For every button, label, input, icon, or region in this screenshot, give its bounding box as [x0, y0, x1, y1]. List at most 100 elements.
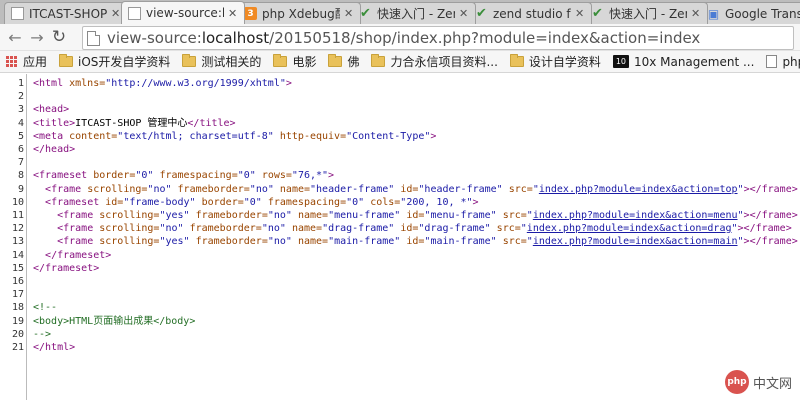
- close-tab-icon[interactable]: ✕: [575, 7, 585, 20]
- page-icon: [87, 30, 100, 46]
- line-code: <title>ITCAST-SHOP 管理中心</title>: [33, 117, 236, 130]
- line-number: 11: [11, 210, 24, 221]
- tab-title: Google Trans: [725, 6, 800, 21]
- back-button[interactable]: ←: [4, 26, 26, 48]
- code-token: <html: [33, 78, 70, 89]
- tab-7[interactable]: ▣ Google Trans: [700, 2, 800, 24]
- line-code: <body>HTML页面输出成果</body>: [33, 315, 195, 328]
- address-bar[interactable]: view-source: localhost/20150518/shop/inde…: [82, 26, 794, 50]
- code-token: id=: [394, 223, 419, 235]
- source-line: 19 <body>HTML页面输出成果</body>: [0, 315, 800, 328]
- code-token: name=: [291, 236, 329, 248]
- line-number: 14: [11, 249, 24, 261]
- line-number: 3: [17, 104, 24, 116]
- tenx-icon: 10: [612, 55, 629, 68]
- source-view: 1 <html xmlns="http://www.w3.org/1999/xht…: [0, 74, 800, 400]
- code-token: <frame: [57, 236, 100, 248]
- line-number: 21: [11, 342, 24, 353]
- source-line: 2: [0, 90, 800, 103]
- code-token: border=: [195, 196, 244, 208]
- bookmark-item[interactable]: 测试相关的: [176, 52, 267, 72]
- code-token: <meta: [33, 130, 70, 142]
- line-code: </frameset>: [33, 249, 111, 262]
- code-token: <head>: [33, 104, 70, 116]
- code-token: >: [285, 78, 292, 89]
- code-token: "frame-body": [123, 196, 196, 208]
- bookmark-label: 佛: [347, 55, 360, 69]
- tab-5[interactable]: ✔ zend studio fo ✕: [468, 2, 592, 24]
- code-token: "menu-frame": [424, 210, 497, 221]
- code-token: "no": [249, 183, 274, 195]
- code-token: frameborder=: [189, 236, 268, 248]
- line-code: -->: [33, 328, 51, 341]
- bookmark-item[interactable]: 佛: [322, 52, 365, 72]
- tab-6[interactable]: ✔ 快速入门 - Zen ✕: [584, 2, 708, 24]
- php-icon: 3: [244, 7, 257, 20]
- code-token: "200, 10, *": [400, 196, 473, 208]
- line-code: </head>: [33, 143, 75, 156]
- tab-2[interactable]: view-source:l ✕: [121, 1, 245, 24]
- code-token: "Content-Type": [346, 130, 431, 142]
- source-link[interactable]: index.php?module=index&action=menu: [533, 210, 738, 221]
- page-icon: [128, 6, 141, 20]
- bookmark-item[interactable]: 应用: [0, 52, 53, 72]
- source-link[interactable]: index.php?module=index&action=main: [533, 236, 738, 247]
- code-token: "drag-frame": [418, 223, 491, 235]
- code-token: http-equiv=: [273, 130, 347, 142]
- source-line: 5 <meta content="text/html; charset=utf-8…: [0, 130, 800, 143]
- code-token: rows=: [255, 170, 292, 182]
- code-token: "yes": [159, 210, 190, 221]
- url-path: /20150518/shop/index.php?module=index&ac…: [269, 29, 701, 47]
- line-number: 4: [17, 117, 24, 129]
- code-token: "header-frame": [310, 183, 395, 195]
- bookmark-item[interactable]: 设计自学资料: [504, 52, 607, 72]
- code-token: -->: [33, 328, 52, 340]
- code-token: "main-frame": [424, 236, 497, 248]
- tab-4[interactable]: ✔ 快速入门 - Zen ✕: [352, 2, 476, 24]
- line-code: <head>: [33, 103, 69, 116]
- line-number: 10: [11, 196, 24, 208]
- source-line: 21 </html>: [0, 341, 800, 354]
- tab-3[interactable]: 3 php Xdebug配 ✕: [237, 2, 361, 24]
- code-token: </head>: [33, 144, 76, 155]
- code-token: ></frame>: [743, 183, 798, 195]
- source-link[interactable]: index.php?module=index&action=top: [539, 184, 738, 195]
- bookmark-item[interactable]: 电影: [267, 52, 322, 72]
- tab-title: 快速入门 - Zen: [377, 7, 455, 21]
- code-token: <frame: [57, 210, 100, 221]
- code-token: "0": [135, 170, 154, 182]
- code-token: src=: [496, 210, 527, 221]
- source-line: 11 <frame scrolling="yes" frameborder="n…: [0, 209, 800, 222]
- watermark-text: 中文网: [752, 376, 792, 392]
- line-number: 17: [11, 289, 24, 301]
- bookmark-item[interactable]: 力合永信项目资料...: [365, 52, 503, 72]
- tab-1[interactable]: ITCAST-SHOP ✕: [4, 2, 128, 24]
- close-tab-icon[interactable]: ✕: [691, 7, 701, 20]
- page-icon: [11, 7, 24, 20]
- close-tab-icon[interactable]: ✕: [459, 7, 469, 20]
- line-code: <frame scrolling="no" frameborder="no" n…: [33, 222, 792, 235]
- code-token: scrolling=: [87, 183, 148, 195]
- reload-button[interactable]: ↻: [48, 26, 70, 48]
- code-token: "drag-frame": [322, 223, 395, 235]
- code-token: frameborder=: [189, 210, 268, 221]
- close-tab-icon[interactable]: ✕: [228, 7, 238, 20]
- folder-icon: [371, 54, 386, 67]
- close-tab-icon[interactable]: ✕: [111, 7, 121, 20]
- bookmark-item[interactable]: php外包服务商蓝: [760, 52, 800, 72]
- line-number: 2: [17, 91, 24, 103]
- source-link[interactable]: index.php?module=index&action=drag: [527, 223, 732, 234]
- folder-icon: [182, 54, 197, 67]
- bookmark-item[interactable]: 10 10x Management ...: [607, 52, 761, 72]
- code-token: <title>: [33, 117, 76, 129]
- code-token: >: [472, 196, 479, 208]
- code-token: scrolling=: [99, 223, 160, 235]
- close-tab-icon[interactable]: ✕: [344, 7, 354, 20]
- forward-button[interactable]: →: [26, 26, 48, 48]
- bookmark-item[interactable]: iOS开发自学资料: [53, 52, 176, 72]
- line-number: 8: [17, 170, 24, 182]
- line-number: 9: [17, 183, 24, 195]
